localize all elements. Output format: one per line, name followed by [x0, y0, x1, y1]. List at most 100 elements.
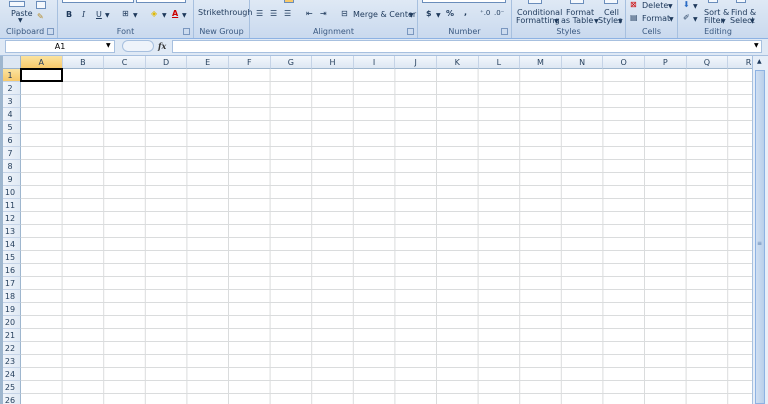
copy-icon[interactable] [36, 1, 46, 9]
strikethrough-button[interactable]: Strikethrough [198, 8, 252, 17]
vertical-scrollbar[interactable]: ▲ ≡ [752, 56, 768, 404]
row-header[interactable]: 12 [0, 212, 21, 225]
row-header[interactable]: 6 [0, 134, 21, 147]
delete-icon[interactable]: ⊠ [630, 0, 637, 9]
insert-function-icon[interactable]: fx [158, 41, 166, 51]
row-header[interactable]: 23 [0, 355, 21, 368]
row-header[interactable]: 21 [0, 329, 21, 342]
column-header[interactable]: P [645, 56, 687, 69]
row-header[interactable]: 18 [0, 290, 21, 303]
name-box[interactable]: A1 [5, 40, 115, 53]
scroll-up-icon[interactable]: ▲ [757, 58, 762, 65]
decrease-indent-icon[interactable]: ⇤ [306, 9, 313, 18]
increase-decimal-icon[interactable]: ⁺.0 [480, 9, 490, 17]
font-name-box[interactable] [62, 0, 134, 3]
row-header[interactable]: 15 [0, 251, 21, 264]
merge-dropdown-icon[interactable]: ▼ [409, 12, 414, 19]
column-header[interactable]: C [104, 56, 146, 69]
find-select-icon[interactable] [736, 0, 746, 3]
conditional-formatting-icon[interactable] [528, 0, 542, 4]
row-header[interactable]: 24 [0, 368, 21, 381]
row-header[interactable]: 8 [0, 160, 21, 173]
row-header[interactable]: 26 [0, 394, 21, 404]
find-dropdown-icon[interactable]: ▼ [750, 18, 755, 25]
align-right-icon[interactable]: ☰ [284, 9, 291, 18]
format-cells-icon[interactable]: ▤ [630, 13, 638, 22]
row-header[interactable]: 19 [0, 303, 21, 316]
align-left-icon[interactable]: ☰ [256, 9, 263, 18]
bold-button[interactable]: B [66, 10, 72, 19]
format-dropdown-icon[interactable]: ▼ [669, 16, 674, 23]
column-header[interactable]: R [728, 56, 752, 69]
row-header[interactable]: 5 [0, 121, 21, 134]
increase-indent-icon[interactable]: ⇥ [320, 9, 327, 18]
column-header[interactable]: L [478, 56, 521, 69]
font-launcher-icon[interactable] [183, 28, 190, 35]
format-as-table-icon[interactable] [570, 0, 584, 4]
worksheet-grid[interactable]: ABCDEFGHIJKLMNOPQR 1 2 3 4 5 6 7 8 9 10 11 12 13 14 15… [0, 56, 752, 404]
clipboard-launcher-icon[interactable] [47, 28, 54, 35]
column-header[interactable]: D [145, 56, 188, 69]
format-painter-icon[interactable]: ✎ [37, 12, 44, 21]
row-header[interactable]: 13 [0, 225, 21, 238]
column-header[interactable]: B [62, 56, 105, 69]
row-header[interactable]: 16 [0, 264, 21, 277]
fill-dropdown-icon[interactable]: ▼ [693, 3, 698, 10]
scrollbar-thumb[interactable] [755, 70, 765, 404]
row-header[interactable]: 14 [0, 238, 21, 251]
percent-button[interactable]: % [446, 9, 454, 18]
row-header[interactable]: 20 [0, 316, 21, 329]
name-box-dropdown-icon[interactable]: ▼ [106, 42, 111, 49]
font-color-button[interactable]: A [172, 9, 178, 18]
column-header[interactable]: Q [686, 56, 729, 69]
font-color-dropdown-icon[interactable]: ▼ [182, 12, 187, 19]
decrease-decimal-icon[interactable]: .0⁻ [494, 9, 504, 17]
row-header[interactable]: 25 [0, 381, 21, 394]
currency-dropdown-icon[interactable]: ▼ [436, 12, 441, 19]
paste-icon[interactable] [9, 1, 25, 7]
comma-button[interactable]: , [464, 8, 467, 17]
sort-dropdown-icon[interactable]: ▼ [721, 18, 726, 25]
row-header[interactable]: 17 [0, 277, 21, 290]
conditional-dropdown-icon[interactable]: ▼ [554, 18, 559, 25]
formula-input[interactable] [172, 40, 762, 53]
sort-filter-icon[interactable] [708, 0, 718, 3]
formula-expand-handle[interactable] [122, 40, 154, 52]
number-launcher-icon[interactable] [501, 28, 508, 35]
font-size-box[interactable] [136, 0, 186, 3]
column-header[interactable]: N [561, 56, 604, 69]
selected-cell[interactable] [20, 68, 63, 82]
delete-dropdown-icon[interactable]: ▼ [668, 3, 673, 10]
row-header[interactable]: 7 [0, 147, 21, 160]
row-header[interactable]: 2 [0, 82, 21, 95]
merge-center-button[interactable]: Merge & Center [353, 10, 416, 19]
row-header[interactable]: 11 [0, 199, 21, 212]
cell-styles-icon[interactable] [604, 0, 618, 4]
fill-color-icon[interactable]: ◈ [151, 9, 157, 18]
row-header[interactable]: 9 [0, 173, 21, 186]
column-header[interactable]: K [437, 56, 479, 69]
column-header[interactable]: I [353, 56, 396, 69]
currency-button[interactable]: $ [426, 9, 432, 18]
cell-styles-dropdown-icon[interactable]: ▼ [618, 18, 623, 25]
merge-center-icon[interactable]: ⊟ [341, 9, 348, 18]
format-as-table-label-2[interactable]: as Table [561, 16, 593, 25]
underline-button[interactable]: U [96, 10, 102, 19]
delete-button[interactable]: Delete [642, 1, 668, 10]
fill-icon[interactable]: ⬇ [683, 0, 690, 9]
paste-dropdown-icon[interactable]: ▼ [18, 17, 23, 24]
column-header[interactable]: H [312, 56, 354, 69]
column-header[interactable]: G [270, 56, 313, 69]
fill-color-dropdown-icon[interactable]: ▼ [162, 12, 167, 19]
row-header[interactable]: 22 [0, 342, 21, 355]
select-all-corner[interactable] [0, 56, 21, 69]
column-header[interactable]: M [520, 56, 562, 69]
borders-icon[interactable]: ⊞ [122, 9, 129, 18]
row-header[interactable]: 10 [0, 186, 21, 199]
underline-dropdown-icon[interactable]: ▼ [105, 12, 110, 19]
number-format-box[interactable] [422, 0, 506, 3]
row-header[interactable]: 3 [0, 95, 21, 108]
row-header[interactable]: 1 [0, 69, 21, 82]
clear-icon[interactable]: ✐ [683, 13, 690, 22]
borders-dropdown-icon[interactable]: ▼ [133, 12, 138, 19]
